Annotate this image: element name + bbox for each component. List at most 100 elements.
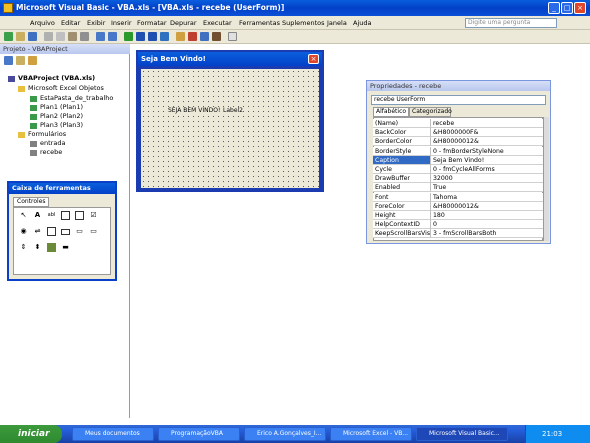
properties-scrollbar[interactable] bbox=[543, 117, 549, 241]
tab-categorizado[interactable]: Categorizado bbox=[409, 107, 452, 117]
view-object-icon[interactable] bbox=[16, 56, 25, 65]
start-button[interactable]: iniciar bbox=[0, 425, 62, 443]
userform-body[interactable]: SEJA BEM VINDO! Label2 bbox=[141, 69, 319, 188]
vba-app-icon[interactable] bbox=[3, 3, 13, 13]
help-icon[interactable] bbox=[228, 32, 237, 41]
view-code-icon[interactable] bbox=[4, 56, 13, 65]
tree-excel-objects[interactable]: Microsoft Excel Objetos bbox=[28, 84, 104, 92]
cut-icon[interactable] bbox=[44, 32, 53, 41]
property-row[interactable]: HelpContextID 0 bbox=[373, 220, 543, 230]
combobox-tool-icon[interactable] bbox=[61, 211, 70, 220]
property-row[interactable]: Enabled True bbox=[373, 183, 543, 193]
object-browser-icon[interactable] bbox=[200, 32, 209, 41]
taskbar-button[interactable]: Erico A.Gonçalves_I... bbox=[244, 427, 326, 441]
property-row[interactable]: BorderStyle 0 - fmBorderStyleNone bbox=[373, 146, 543, 156]
property-value[interactable]: 0 - fmCycleAllForms bbox=[431, 165, 543, 174]
tree-sheet[interactable]: Plan3 (Plan3) bbox=[40, 121, 83, 129]
menu-exibir[interactable]: Exibir bbox=[87, 19, 105, 27]
refedit-tool-icon[interactable]: ▬ bbox=[61, 243, 70, 252]
taskbar-button[interactable]: Meus documentos bbox=[72, 427, 154, 441]
userform-close-icon[interactable]: × bbox=[308, 54, 319, 64]
property-row[interactable]: Font Tahoma bbox=[373, 192, 543, 202]
label1-control[interactable]: SEJA BEM VINDO! bbox=[168, 107, 221, 114]
property-value[interactable]: True bbox=[431, 183, 543, 193]
property-value[interactable]: recebe bbox=[431, 119, 543, 128]
property-row[interactable]: BorderColor &H80000012& bbox=[373, 137, 543, 147]
property-value[interactable]: 3 - fmScrollBarsBoth bbox=[431, 229, 543, 239]
property-row[interactable]: (Name) recebe bbox=[373, 119, 543, 128]
property-value[interactable]: &H8000000F& bbox=[431, 128, 543, 138]
menu-suplementos[interactable]: Suplementos bbox=[282, 19, 325, 27]
multipage-tool-icon[interactable]: ▭ bbox=[89, 227, 98, 236]
toggle-folders-icon[interactable] bbox=[28, 56, 37, 65]
redo-icon[interactable] bbox=[108, 32, 117, 41]
tree-sheet[interactable]: EstaPasta_de_trabalho bbox=[40, 94, 113, 102]
label-tool-icon[interactable]: A bbox=[33, 211, 42, 220]
menu-editar[interactable]: Editar bbox=[61, 19, 80, 27]
property-value[interactable]: 0 bbox=[431, 220, 543, 230]
object-selector[interactable]: recebe UserForm bbox=[371, 95, 546, 105]
ask-question-input[interactable]: Digite uma pergunta bbox=[465, 18, 557, 28]
find-icon[interactable] bbox=[80, 32, 89, 41]
spinbutton-tool-icon[interactable]: ⬍ bbox=[33, 243, 42, 252]
toolbox-icon[interactable] bbox=[212, 32, 221, 41]
checkbox-tool-icon[interactable]: ☑ bbox=[89, 211, 98, 220]
menu-ajuda[interactable]: Ajuda bbox=[353, 19, 371, 27]
tree-vbaproject[interactable]: VBAProject (VBA.xls) bbox=[18, 74, 95, 82]
tree-forms-folder[interactable]: Formulários bbox=[28, 130, 66, 138]
minimize-button[interactable]: _ bbox=[548, 2, 560, 14]
copy-icon[interactable] bbox=[56, 32, 65, 41]
properties-window-icon[interactable] bbox=[188, 32, 197, 41]
save-icon[interactable] bbox=[28, 32, 37, 41]
property-value[interactable]: 32000 bbox=[431, 174, 543, 184]
menu-depurar[interactable]: Depurar bbox=[170, 19, 197, 27]
optionbutton-tool-icon[interactable]: ◉ bbox=[19, 227, 28, 236]
menu-formatar[interactable]: Formatar bbox=[137, 19, 167, 27]
tree-sheet[interactable]: Plan2 (Plan2) bbox=[40, 112, 83, 120]
property-row[interactable]: KeepScrollBarsVisible3 - fmScrollBarsBot… bbox=[373, 229, 543, 239]
pointer-icon[interactable]: ↖ bbox=[19, 211, 28, 220]
tree-form-entrada[interactable]: entrada bbox=[40, 139, 65, 147]
property-row[interactable]: Caption Seja Bem Vindo! bbox=[373, 155, 543, 165]
taskbar-button[interactable]: ProgramaçãoVBA bbox=[158, 427, 240, 441]
listbox-tool-icon[interactable] bbox=[75, 211, 84, 220]
reset-icon[interactable] bbox=[148, 32, 157, 41]
undo-icon[interactable] bbox=[96, 32, 105, 41]
tree-sheet[interactable]: Plan1 (Plan1) bbox=[40, 103, 83, 111]
textbox-tool-icon[interactable]: abl bbox=[47, 211, 56, 220]
view-excel-icon[interactable] bbox=[4, 32, 13, 41]
commandbutton-tool-icon[interactable] bbox=[61, 229, 70, 235]
paste-icon[interactable] bbox=[68, 32, 77, 41]
tree-form-recebe[interactable]: recebe bbox=[40, 148, 62, 156]
menu-janela[interactable]: Janela bbox=[327, 19, 347, 27]
close-button[interactable]: × bbox=[574, 2, 586, 14]
project-explorer-icon[interactable] bbox=[176, 32, 185, 41]
tab-controles[interactable]: Controles bbox=[13, 197, 49, 207]
property-value[interactable]: &H80000012& bbox=[431, 201, 543, 211]
taskbar-button-active[interactable]: Microsoft Visual Basic... bbox=[416, 427, 508, 441]
userform-recebe[interactable]: Seja Bem Vindo! × SEJA BEM VINDO! Label2 bbox=[136, 50, 324, 192]
property-row[interactable]: DrawBuffer 32000 bbox=[373, 174, 543, 184]
menu-arquivo[interactable]: Arquivo bbox=[30, 19, 55, 27]
property-value[interactable]: Tahoma bbox=[431, 192, 543, 202]
tabstrip-tool-icon[interactable]: ▭ bbox=[75, 227, 84, 236]
property-row[interactable]: ForeColor &H80000012& bbox=[373, 201, 543, 211]
taskbar-button[interactable]: Microsoft Excel - VB... bbox=[330, 427, 412, 441]
scrollbar-tool-icon[interactable]: ⇕ bbox=[19, 243, 28, 252]
togglebutton-tool-icon[interactable]: ⇌ bbox=[33, 227, 42, 236]
break-icon[interactable] bbox=[136, 32, 145, 41]
property-row[interactable]: BackColor &H8000000F& bbox=[373, 128, 543, 138]
run-icon[interactable] bbox=[124, 32, 133, 41]
property-value[interactable]: Seja Bem Vindo! bbox=[431, 155, 543, 165]
property-row[interactable]: Height 180 bbox=[373, 211, 543, 220]
frame-tool-icon[interactable] bbox=[47, 227, 56, 236]
menu-executar[interactable]: Executar bbox=[203, 19, 232, 27]
maximize-button[interactable]: □ bbox=[561, 2, 573, 14]
property-row[interactable]: Cycle 0 - fmCycleAllForms bbox=[373, 165, 543, 174]
insert-userform-icon[interactable] bbox=[16, 32, 25, 41]
property-value[interactable]: &H80000012& bbox=[431, 137, 543, 147]
property-value[interactable]: 180 bbox=[431, 211, 543, 220]
menu-inserir[interactable]: Inserir bbox=[111, 19, 132, 27]
design-mode-icon[interactable] bbox=[160, 32, 169, 41]
label2-control[interactable]: Label2 bbox=[223, 107, 244, 114]
